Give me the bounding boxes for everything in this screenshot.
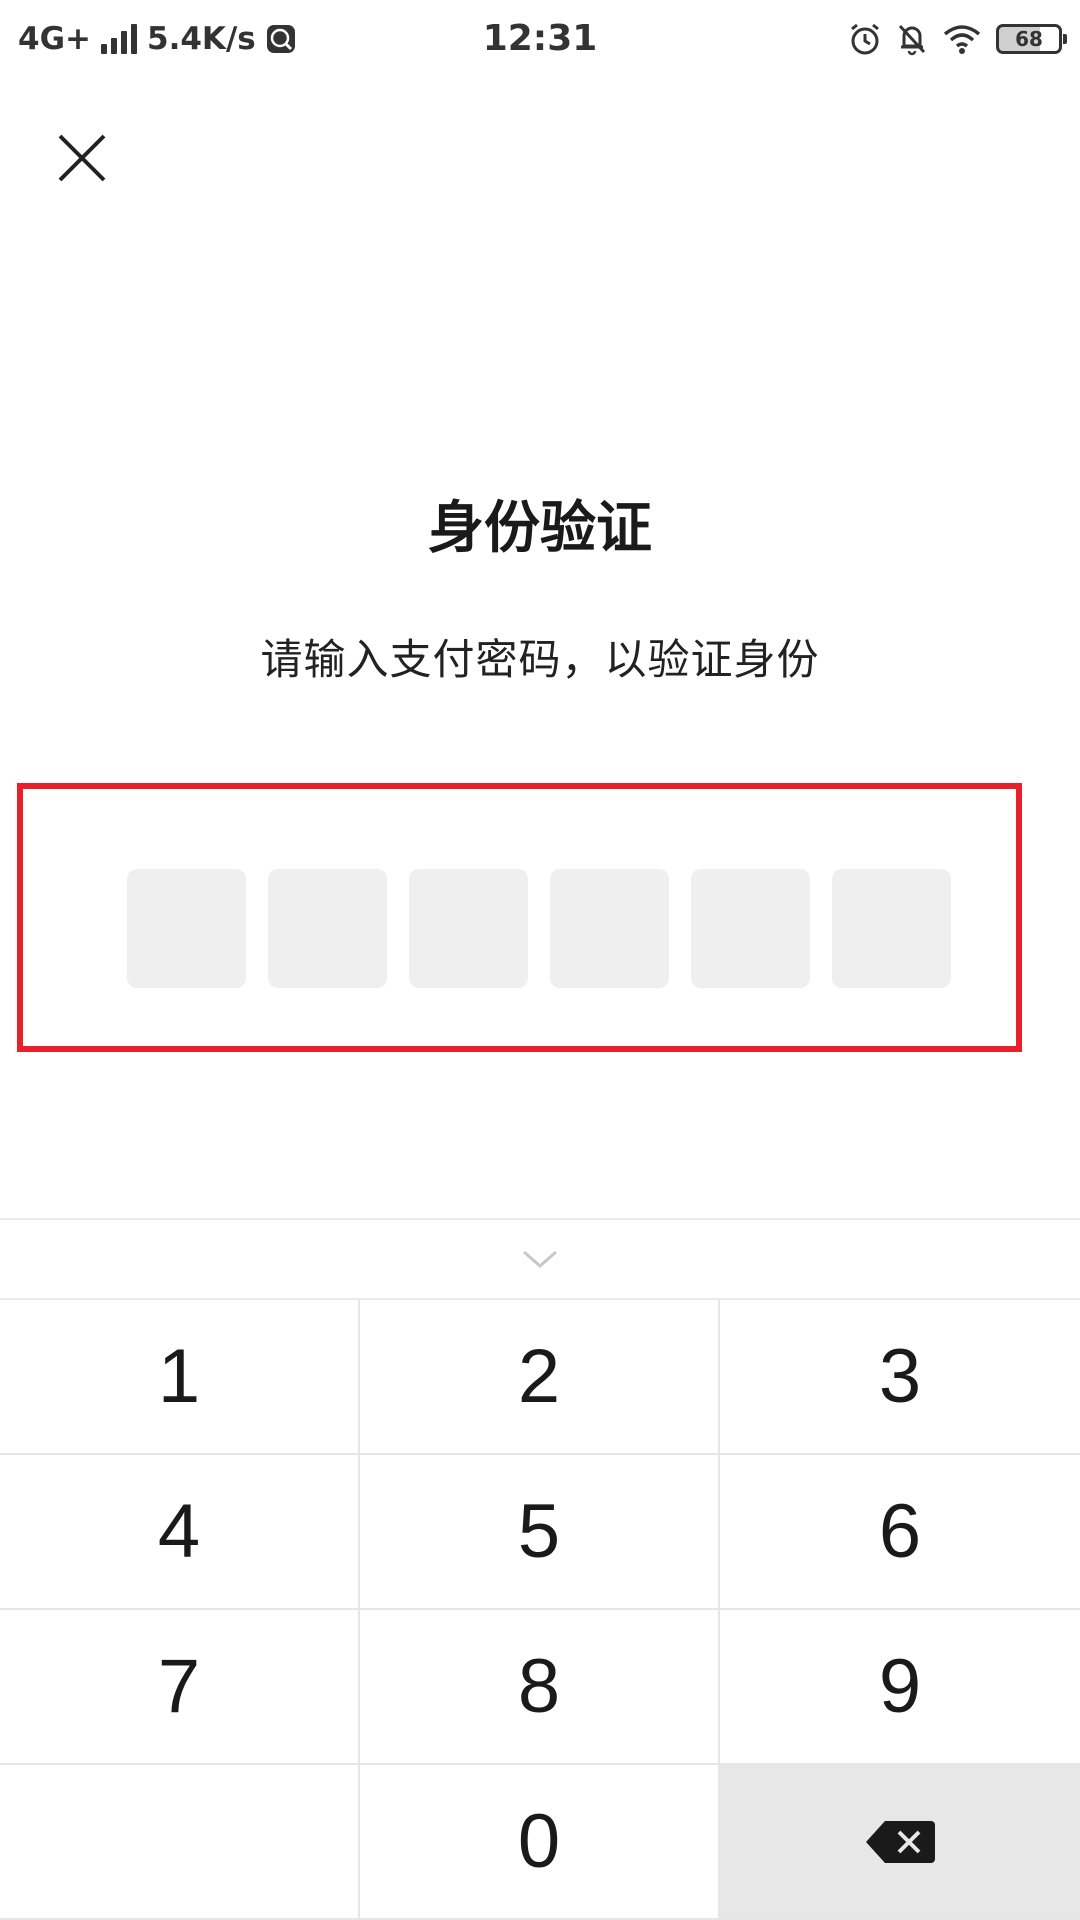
close-icon — [58, 134, 106, 182]
battery-level: 68 — [1015, 27, 1043, 51]
pin-digit-3[interactable] — [409, 869, 528, 988]
delete-key[interactable] — [720, 1765, 1080, 1920]
status-right: 68 — [848, 14, 1067, 64]
pin-digit-6[interactable] — [832, 869, 951, 988]
key-empty — [0, 1765, 360, 1920]
pin-digit-1[interactable] — [127, 869, 246, 988]
pin-input[interactable] — [127, 869, 951, 988]
key-5[interactable]: 5 — [360, 1455, 720, 1610]
key-7[interactable]: 7 — [0, 1610, 360, 1765]
key-8[interactable]: 8 — [360, 1610, 720, 1765]
key-6[interactable]: 6 — [720, 1455, 1080, 1610]
key-2[interactable]: 2 — [360, 1300, 720, 1455]
key-3[interactable]: 3 — [720, 1300, 1080, 1455]
page-subtitle: 请输入支付密码，以验证身份 — [260, 635, 820, 684]
bell-off-icon — [898, 24, 926, 56]
numeric-keypad: 1 2 3 4 5 6 7 8 9 0 — [0, 1300, 1080, 1920]
key-9[interactable]: 9 — [720, 1610, 1080, 1765]
close-button[interactable] — [52, 128, 112, 188]
backspace-icon — [866, 1820, 935, 1863]
keyboard-collapse-button[interactable] — [0, 1218, 1080, 1300]
page-title: 身份验证 — [428, 496, 652, 561]
key-4[interactable]: 4 — [0, 1455, 360, 1610]
pin-digit-5[interactable] — [691, 869, 810, 988]
pin-digit-2[interactable] — [268, 869, 387, 988]
key-0[interactable]: 0 — [360, 1765, 720, 1920]
wifi-icon — [943, 25, 981, 54]
chevron-down-icon — [523, 1250, 557, 1268]
pin-digit-4[interactable] — [550, 869, 669, 988]
status-bar: 4G+ 5.4K/s 12:31 68 — [0, 0, 1080, 78]
alarm-icon — [851, 23, 879, 55]
battery-icon: 68 — [996, 24, 1067, 54]
key-1[interactable]: 1 — [0, 1300, 360, 1455]
